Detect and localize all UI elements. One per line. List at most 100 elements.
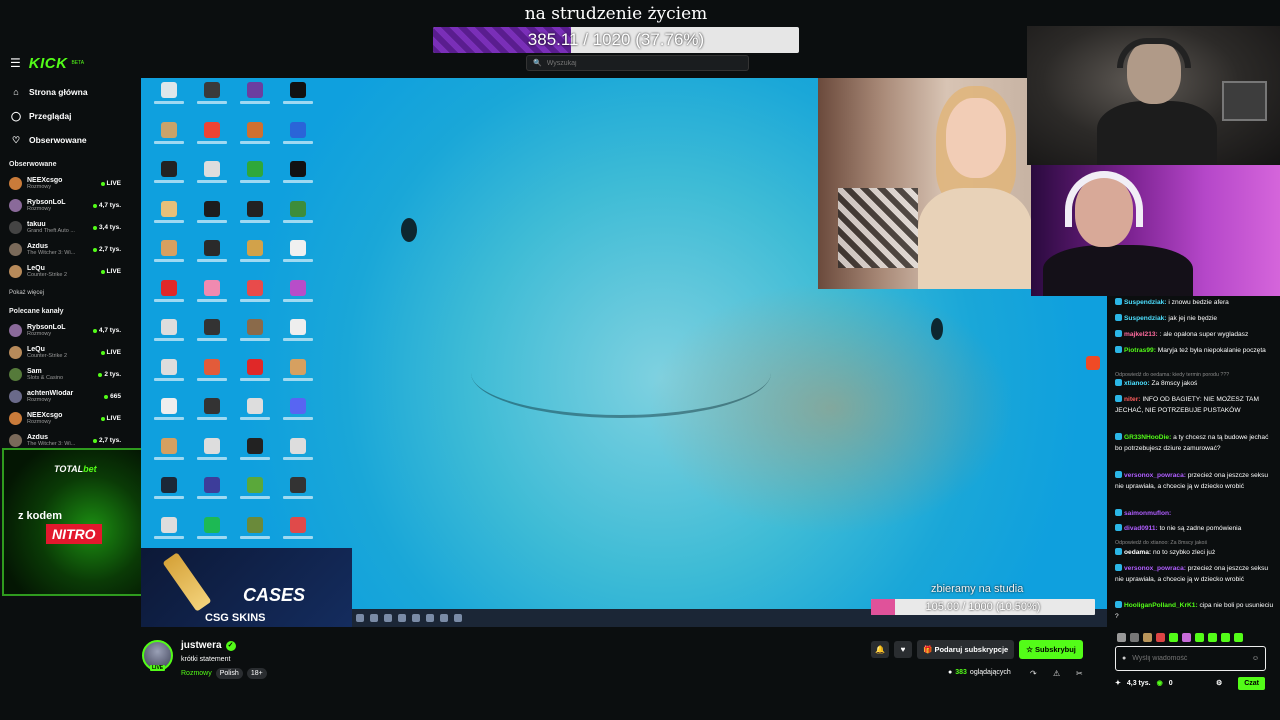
channel-name[interactable]: justwera	[181, 640, 222, 651]
channel-row[interactable]: LeQu Counter-Strike 2 LIVE	[9, 261, 121, 282]
csgo-cases-ad: CASES CSG SKINS	[141, 548, 352, 627]
search-bar[interactable]: 🔍	[526, 55, 749, 71]
desktop-app-icon	[190, 238, 233, 278]
chat-username[interactable]: niter:	[1124, 396, 1140, 403]
channel-row[interactable]: RybsonLoL Rozmowy 4,7 tys.	[9, 195, 121, 216]
emote-icon[interactable]	[1130, 633, 1139, 642]
badge-icon	[1115, 314, 1122, 321]
smile-icon[interactable]: ☺	[1252, 655, 1259, 662]
chat-input[interactable]	[1132, 655, 1246, 662]
emote-icon[interactable]	[1208, 633, 1217, 642]
channel-row[interactable]: achtenWlodar Rozmowy 665	[9, 386, 121, 407]
chat-message: GR33NHooDie: a ty chcesz na tą budowe je…	[1115, 433, 1275, 455]
emote-icon[interactable]	[1169, 633, 1178, 642]
goal-title: na strudzenie życiem	[524, 4, 708, 24]
chat-message: xtianoo: Za 8mscy jakoś	[1115, 379, 1275, 390]
video-player[interactable]: CASES CSG SKINS zbieramy na studia 105.0…	[141, 78, 1107, 627]
report-icon[interactable]: ⚠	[1053, 669, 1060, 678]
channel-row[interactable]: RybsonLoL Rozmowy 4,7 tys.	[9, 320, 121, 341]
chat-username[interactable]: Suspendziak:	[1124, 299, 1167, 306]
sidebar-nav: ⌂ Strona główna ◯ Przeglądaj ♡ Obserwowane	[0, 80, 133, 152]
cam-face	[946, 98, 1006, 178]
channel-actions: 🔔 ♥ 🎁 Podaruj subskrypcje ☆ Subskrybuj	[871, 640, 1083, 659]
desktop-app-icon	[147, 436, 190, 476]
channel-avatar	[9, 368, 22, 381]
heart-icon[interactable]: ♥	[894, 641, 912, 658]
channel-row[interactable]: LeQu Counter-Strike 2 LIVE	[9, 342, 121, 363]
chat-username[interactable]: divad0911:	[1124, 525, 1158, 532]
chat-username[interactable]: majkel213:	[1124, 331, 1158, 338]
emote-icon[interactable]	[1182, 633, 1191, 642]
search-input[interactable]	[546, 59, 727, 67]
chat-username[interactable]: versonox_powraca:	[1124, 472, 1186, 479]
emote-icon[interactable]	[1234, 633, 1243, 642]
followed-section-title: Obserwowane	[9, 161, 57, 168]
chat-username[interactable]: Piotras99:	[1124, 347, 1156, 354]
badge-icon	[1115, 330, 1122, 337]
channel-name: NEEXcsgo	[27, 412, 63, 419]
channel-row[interactable]: NEEXcsgo Rozmowy LIVE	[9, 408, 121, 429]
channel-row[interactable]: NEEXcsgo Rozmowy LIVE	[9, 173, 121, 194]
nav-following[interactable]: ♡ Obserwowane	[0, 128, 133, 152]
channel-text: LeQu Counter-Strike 2	[27, 346, 101, 359]
chat-input-box[interactable]: ● ☺	[1115, 646, 1266, 671]
desktop-app-icon	[276, 278, 319, 318]
app-icon	[289, 398, 306, 414]
category-link[interactable]: Rozmowy	[181, 670, 212, 677]
stream-tags: Rozmowy Polish 18+	[181, 668, 267, 679]
tag-age[interactable]: 18+	[246, 668, 267, 679]
chat-username[interactable]: xtianoo:	[1124, 380, 1150, 387]
app-icon	[246, 200, 263, 217]
desktop-app-icon	[147, 238, 190, 278]
settings-icon[interactable]: ⚙	[1216, 679, 1222, 687]
show-more-link[interactable]: Pokaż więcej	[9, 290, 44, 296]
gift-subs-button[interactable]: 🎁 Podaruj subskrypcje	[917, 640, 1015, 659]
emote-icon[interactable]	[1156, 633, 1165, 642]
chat-username[interactable]: HooliganPolland_KrK1:	[1124, 602, 1198, 609]
nav-browse[interactable]: ◯ Przeglądaj	[0, 104, 133, 128]
channel-stat: LIVE	[106, 268, 121, 275]
chat-username[interactable]: oedama:	[1124, 549, 1151, 556]
chat-text: : ale opalona super wygladasz	[1157, 331, 1249, 338]
live-dot-icon	[100, 269, 105, 274]
clip-icon[interactable]: ✂	[1076, 669, 1083, 678]
app-label	[282, 377, 313, 381]
emote-icon[interactable]	[1195, 633, 1204, 642]
channel-category: Counter-Strike 2	[27, 272, 68, 278]
menu-icon[interactable]: ☰	[10, 56, 21, 70]
channel-row[interactable]: Sam Slots & Casino 2 tys.	[9, 364, 121, 385]
chat-username[interactable]: versonox_powraca:	[1124, 565, 1186, 572]
points-icon: ◉	[1156, 680, 1163, 687]
channel-row[interactable]: takuu Grand Theft Auto ... 3,4 tys.	[9, 217, 121, 238]
desktop-app-icon	[233, 357, 276, 397]
kick-logo[interactable]: KICK	[29, 55, 68, 72]
chat-username[interactable]: GR33NHooDie:	[1124, 434, 1171, 441]
channel-row[interactable]: Azdus The Witcher 3: Wi... 2,7 tys.	[9, 239, 121, 260]
share-icon[interactable]: ↷	[1030, 669, 1037, 678]
chat-send-button[interactable]: Czat	[1238, 676, 1265, 690]
emote-icon[interactable]	[1221, 633, 1230, 642]
cam-body	[1097, 101, 1217, 165]
headphones-graphic	[1065, 171, 1143, 227]
bell-icon[interactable]: 🔔	[871, 641, 889, 658]
chat-username[interactable]: Suspendziak:	[1124, 315, 1167, 322]
ad-text: z kodem	[18, 510, 63, 522]
emote-icon[interactable]	[1117, 633, 1126, 642]
tag-language[interactable]: Polish	[215, 668, 243, 679]
nav-home[interactable]: ⌂ Strona główna	[0, 80, 133, 104]
badge-icon	[1115, 524, 1122, 531]
channel-text: NEEXcsgo Rozmowy	[27, 412, 101, 425]
desktop-app-icon	[276, 199, 319, 239]
live-dot-icon	[92, 203, 97, 208]
taskbar-icon	[398, 614, 406, 622]
emoji-icon[interactable]: ●	[1122, 655, 1126, 662]
app-icon	[246, 477, 263, 493]
emote-icon[interactable]	[1143, 633, 1152, 642]
app-icon	[246, 240, 263, 256]
chat-footer: ✦ 4,3 tys. ◉ 0 ⚙ Czat	[1115, 675, 1265, 691]
chat-username[interactable]: saimonmuflon:	[1124, 510, 1171, 517]
sponsor-ad[interactable]: TOTALbet z kodem NITRO	[2, 448, 152, 596]
chat-text: Za 8mscy jakoś	[1149, 380, 1198, 387]
subscribe-button[interactable]: ☆ Subskrybuj	[1019, 640, 1083, 659]
chat-panel: Suspendziak: i znowu bedzie afera Suspend…	[1107, 296, 1280, 630]
